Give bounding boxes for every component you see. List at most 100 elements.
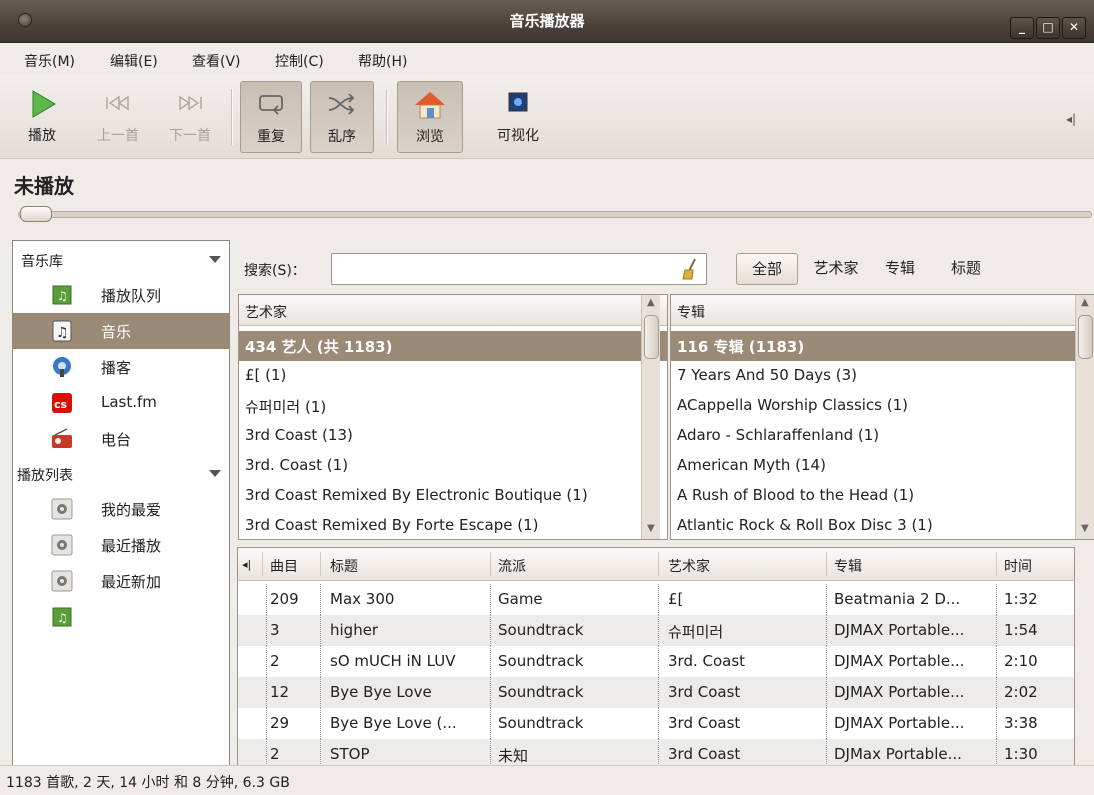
- title-bar[interactable]: 音乐播放器 _ □ ✕: [0, 0, 1094, 43]
- scrollbar-thumb[interactable]: [1078, 315, 1093, 359]
- track-scrollbar[interactable]: ▲ ▼: [1074, 548, 1075, 765]
- artist-row[interactable]: 슈퍼미러 (1): [239, 391, 667, 421]
- seek-bar[interactable]: [18, 211, 1092, 218]
- table-row[interactable]: 29 Bye Bye Love (... Soundtrack 3rd Coast DJ…: [238, 708, 1074, 739]
- filter-all[interactable]: 全部: [736, 253, 798, 285]
- album-column-header[interactable]: 专辑: [671, 295, 1094, 326]
- sidebar-item-queue[interactable]: ♫ 播放队列: [13, 277, 229, 313]
- repeat-icon: [259, 95, 283, 115]
- table-row[interactable]: 12 Bye Bye Love Soundtrack 3rd Coast DJMAX P…: [238, 677, 1074, 708]
- sidebar-item-radio[interactable]: 电台: [13, 421, 229, 457]
- column-artist[interactable]: 艺术家: [668, 556, 710, 576]
- table-row[interactable]: 209 Max 300 Game £[Beatmania 2 D... 1:32: [238, 584, 1074, 615]
- visualize-button[interactable]: 可视化: [483, 81, 553, 151]
- previous-button[interactable]: 上一首: [88, 81, 148, 151]
- artist-row[interactable]: 3rd Coast Remixed By Electronic Boutique…: [239, 481, 667, 511]
- search-input[interactable]: [331, 253, 707, 285]
- column-title[interactable]: 标题: [330, 556, 358, 576]
- sidebar-item-podcast[interactable]: 播客: [13, 349, 229, 385]
- browse-toggle[interactable]: 浏览: [397, 81, 463, 153]
- artist-row[interactable]: 434 艺人 (共 1183): [239, 331, 667, 361]
- menu-view[interactable]: 查看(V): [192, 51, 241, 71]
- sidebar-item-label: 电台: [101, 431, 132, 449]
- seek-thumb[interactable]: [20, 206, 52, 222]
- album-row[interactable]: 116 专辑 (1183): [671, 331, 1094, 361]
- album-row[interactable]: ACappella Worship Classics (1): [671, 391, 1094, 421]
- close-button[interactable]: ✕: [1062, 17, 1086, 39]
- skip-forward-icon: [179, 95, 202, 111]
- cell-time: 2:02: [1004, 683, 1038, 701]
- minimize-button[interactable]: _: [1010, 17, 1034, 39]
- cell-artist: 3rd Coast: [668, 714, 741, 732]
- sidebar-item-recently-played[interactable]: 最近播放: [13, 527, 229, 563]
- shuffle-toggle[interactable]: 乱序: [310, 81, 374, 153]
- cell-title: STOP: [330, 745, 370, 763]
- play-label: 播放: [28, 128, 56, 144]
- repeat-label: 重复: [257, 129, 285, 145]
- filter-album[interactable]: 专辑: [878, 253, 922, 283]
- clear-broom-icon[interactable]: [680, 257, 700, 281]
- playing-column-icon[interactable]: ◂|: [242, 558, 251, 571]
- sidebar-item-lastfm[interactable]: cs Last.fm: [13, 385, 229, 421]
- cell-genre: 未知: [498, 747, 529, 765]
- album-row[interactable]: 7 Years And 50 Days (3): [671, 361, 1094, 391]
- artist-row[interactable]: £[ (1): [239, 361, 667, 391]
- volume-icon[interactable]: ◂|: [1066, 112, 1076, 126]
- collapse-arrow-icon[interactable]: [209, 256, 221, 263]
- column-genre[interactable]: 流派: [498, 556, 526, 576]
- playlist-icon: ♫: [52, 607, 72, 627]
- artist-row[interactable]: 3rd Coast (13): [239, 421, 667, 451]
- artist-row[interactable]: 3rd. Coast (1): [239, 451, 667, 481]
- column-album[interactable]: 专辑: [834, 556, 862, 576]
- album-scrollbar[interactable]: ▲ ▼: [1075, 295, 1094, 539]
- cell-time: 1:32: [1004, 590, 1038, 608]
- sidebar-item-music[interactable]: ♫ 音乐: [13, 313, 229, 349]
- maximize-button[interactable]: □: [1036, 17, 1060, 39]
- artist-column-header[interactable]: 艺术家: [239, 295, 667, 326]
- column-track-number[interactable]: 曲目: [270, 556, 298, 576]
- shuffle-icon: [328, 93, 355, 115]
- menu-control[interactable]: 控制(C): [275, 51, 324, 71]
- album-row[interactable]: Atlantic Rock & Roll Box Disc 3 (1): [671, 511, 1094, 539]
- album-row[interactable]: American Myth (14): [671, 451, 1094, 481]
- sidebar-item-favorites[interactable]: 我的最爱: [13, 491, 229, 527]
- filter-artist[interactable]: 艺术家: [806, 253, 866, 283]
- table-row[interactable]: 3 higher Soundtrack 슈퍼미러 DJMAX Portable... 1:…: [238, 615, 1074, 646]
- podcast-icon: [53, 357, 71, 377]
- menu-help[interactable]: 帮助(H): [358, 51, 407, 71]
- play-button[interactable]: 播放: [16, 81, 68, 151]
- sidebar-item-recently-added[interactable]: 最近新加: [13, 563, 229, 599]
- filter-title[interactable]: 标题: [944, 253, 988, 283]
- repeat-toggle[interactable]: 重复: [240, 81, 302, 153]
- scroll-down-icon[interactable]: ▼: [1081, 523, 1089, 534]
- cell-album: DJMAX Portable...: [834, 621, 965, 639]
- scroll-up-icon[interactable]: ▲: [647, 297, 655, 308]
- menu-edit[interactable]: 编辑(E): [110, 51, 158, 71]
- artist-list: 艺术家 434 艺人 (共 1183) £[ (1) 슈퍼미러 (1) 3rd …: [238, 294, 668, 540]
- visualizer-icon: [508, 92, 528, 112]
- album-row[interactable]: A Rush of Blood to the Head (1): [671, 481, 1094, 511]
- next-label: 下一首: [169, 128, 211, 144]
- playlists-header[interactable]: 播放列表: [17, 465, 73, 485]
- scrollbar-thumb[interactable]: [644, 315, 659, 359]
- next-button[interactable]: 下一首: [160, 81, 220, 151]
- cell-time: 1:54: [1004, 621, 1038, 639]
- svg-text:♫: ♫: [57, 611, 68, 625]
- table-row[interactable]: 2 STOP 未知 3rd Coast DJMax Portable... 1:30: [238, 739, 1074, 765]
- cell-genre: Soundtrack: [498, 652, 584, 670]
- library-header[interactable]: 音乐库: [21, 251, 63, 271]
- artist-scrollbar[interactable]: ▲ ▼: [641, 295, 660, 539]
- menu-music[interactable]: 音乐(M): [24, 51, 75, 71]
- collapse-arrow-icon[interactable]: [209, 470, 221, 477]
- scroll-down-icon[interactable]: ▼: [647, 523, 655, 534]
- scroll-up-icon[interactable]: ▲: [1081, 297, 1089, 308]
- table-row[interactable]: 2 sO mUCH iN LUV Soundtrack 3rd. Coast DJMAX…: [238, 646, 1074, 677]
- artist-row[interactable]: 3rd Coast Remixed By Forte Escape (1): [239, 511, 667, 539]
- cell-album: DJMax Portable...: [834, 745, 962, 763]
- column-time[interactable]: 时间: [1004, 556, 1032, 576]
- cell-genre: Game: [498, 590, 543, 608]
- album-row[interactable]: Adaro - Schlaraffenland (1): [671, 421, 1094, 451]
- sidebar-item-playlist[interactable]: ♫: [13, 599, 229, 635]
- window-title: 音乐播放器: [509, 12, 585, 30]
- cell-artist: 슈퍼미러: [668, 623, 724, 641]
